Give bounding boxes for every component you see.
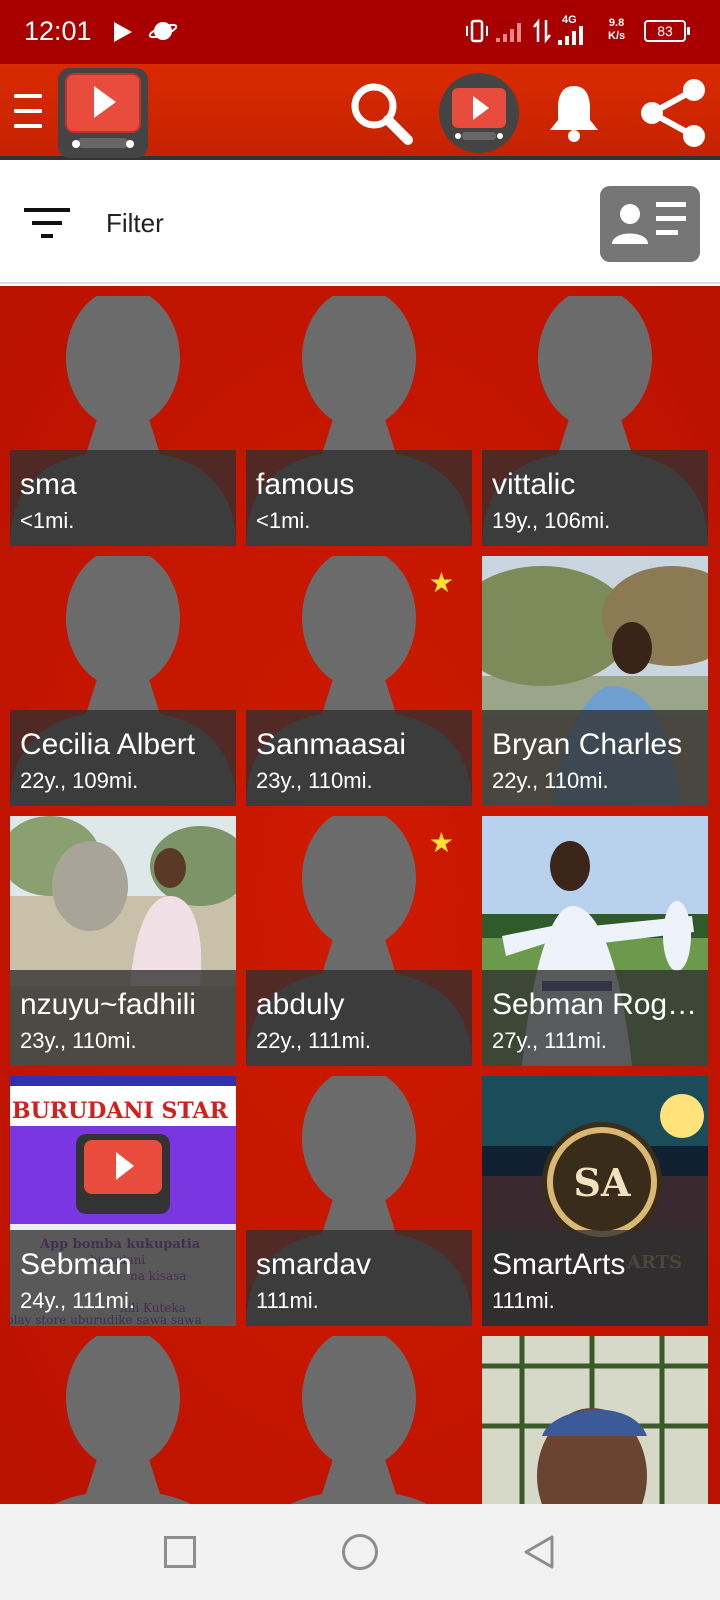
profile-age-distance: 22y., 110mi.	[492, 768, 609, 793]
profile-name: Sanmaasai	[256, 728, 407, 761]
profile-name: SmartArts	[492, 1248, 626, 1281]
profile-age-distance: 111mi.	[256, 1288, 319, 1313]
profile-photo	[482, 1336, 708, 1504]
profile-tile[interactable]	[246, 1336, 472, 1504]
menu-icon[interactable]	[14, 94, 42, 130]
profile-tile[interactable]: Cecilia Albert 22y., 109mi.	[10, 556, 236, 806]
profile-name: Cecilia Albert	[20, 728, 196, 761]
profile-age-distance: 27y., 111mi.	[492, 1028, 607, 1053]
star-icon: ★	[428, 567, 454, 598]
star-icon: ★	[428, 827, 454, 858]
filter-icon[interactable]	[24, 206, 72, 240]
navigation-bar	[0, 1504, 720, 1600]
profile-name: Bryan Charles	[492, 728, 683, 761]
channel-icon[interactable]	[438, 72, 520, 154]
speed-value: 9.8	[608, 17, 625, 29]
profile-name: nzuyu~fadhili	[20, 988, 196, 1021]
bell-icon[interactable]	[546, 82, 602, 142]
filter-label[interactable]: Filter	[106, 208, 164, 239]
profile-age-distance: 22y., 109mi.	[20, 768, 139, 793]
home-icon[interactable]	[342, 1534, 378, 1570]
signal-weak-icon	[496, 23, 521, 42]
profile-tile[interactable]: smardav 111mi.	[246, 1076, 472, 1326]
profile-name: famous	[256, 468, 355, 501]
profile-tile[interactable]: SA ARTS SmartArts111mi.	[482, 1076, 708, 1326]
app-bar	[0, 64, 720, 160]
profile-name: smardav	[256, 1248, 372, 1281]
profile-name: abduly	[256, 988, 345, 1021]
profile-tile[interactable]	[10, 1336, 236, 1504]
data-transfer-icon	[533, 18, 551, 44]
profile-tile[interactable]: Bryan Charles 22y., 110mi.	[482, 556, 708, 806]
app-logo-icon[interactable]	[56, 66, 150, 162]
speed-unit: K/s	[608, 30, 626, 42]
profile-age-distance: 23y., 110mi.	[256, 768, 373, 793]
svg-text:SA: SA	[574, 1160, 631, 1205]
profile-tile[interactable]: Sebman Rogers 27y., 111mi.	[482, 816, 708, 1066]
profile-tile[interactable]: ★ abduly 22y., 111mi.	[246, 816, 472, 1066]
profile-tile[interactable]: BURUDANI STAR App bomba kukupatia buruda…	[10, 1076, 236, 1326]
battery-icon: 83	[644, 20, 690, 42]
svg-text:BURUDANI STAR: BURUDANI STAR	[12, 1098, 229, 1124]
play-status-icon	[114, 22, 132, 42]
signal-icon	[558, 26, 583, 45]
profile-name: Sebman Rogers	[492, 988, 702, 1021]
profile-age-distance: 23y., 110mi.	[20, 1028, 137, 1053]
status-bar: 12:01 4G 9.8 K/s 83	[0, 0, 720, 64]
profile-age-distance: 19y., 106mi.	[492, 508, 611, 533]
status-right: 4G 9.8 K/s 83	[460, 0, 720, 64]
profile-age-distance: <1mi.	[256, 508, 311, 533]
profile-age-distance: 111mi.	[492, 1288, 555, 1313]
profile-age-distance: 24y., 111mi.	[20, 1288, 135, 1313]
profile-name: Sebman	[20, 1248, 132, 1281]
profile-grid-area[interactable]: sma <1mi. famous <1mi. vittalic 19y., 106mi…	[0, 286, 720, 1504]
profile-age-distance: <1mi.	[20, 508, 75, 533]
profile-tile[interactable]: sma <1mi.	[10, 296, 236, 546]
profile-age-distance: 22y., 111mi.	[256, 1028, 371, 1053]
profile-tile[interactable]: famous <1mi.	[246, 296, 472, 546]
profile-name: vittalic	[492, 468, 576, 501]
network-speed: 9.8 K/s	[608, 17, 625, 43]
profile-grid: sma <1mi. famous <1mi. vittalic 19y., 106mi…	[10, 296, 710, 1504]
profile-tile[interactable]: vittalic 19y., 106mi.	[482, 296, 708, 546]
recent-apps-icon[interactable]	[164, 1536, 196, 1568]
vibrate-icon	[466, 19, 488, 43]
profile-tile[interactable]: nzuyu~fadhili 23y., 110mi.	[10, 816, 236, 1066]
profile-tile[interactable]: ★ Sanmaasai 23y., 110mi.	[246, 556, 472, 806]
share-icon[interactable]	[638, 78, 708, 148]
back-icon[interactable]	[522, 1534, 558, 1570]
profile-name: sma	[20, 468, 77, 501]
profile-tile[interactable]	[482, 1336, 708, 1504]
network-type: 4G	[562, 14, 577, 26]
status-time: 12:01	[24, 16, 92, 46]
search-icon[interactable]	[348, 80, 414, 146]
filter-bar[interactable]: Filter	[0, 164, 720, 284]
contact-card-icon[interactable]	[600, 186, 700, 262]
planet-status-icon	[148, 22, 178, 40]
